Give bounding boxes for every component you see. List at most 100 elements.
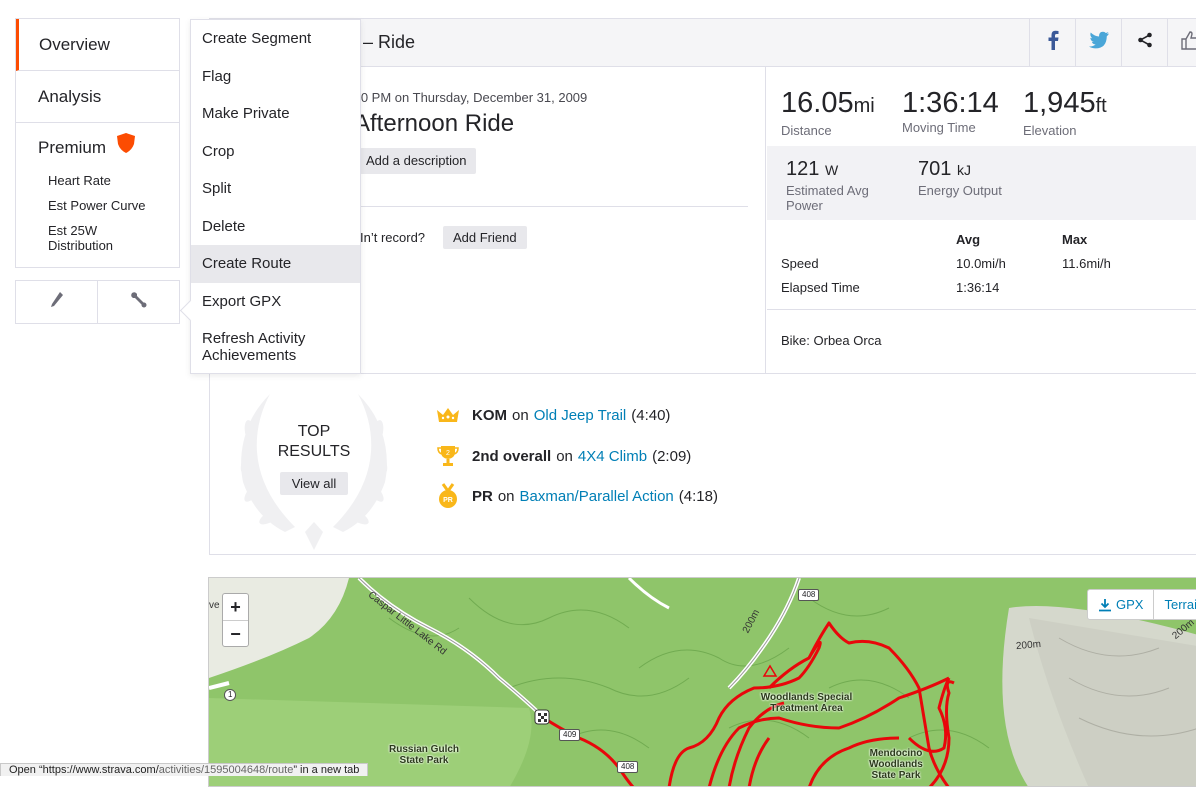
sidebar-item-est-25w-distribution[interactable]: Est 25W Distribution — [16, 223, 116, 253]
result-pr: PR PR on Baxman/Parallel Action (4:18) — [434, 484, 718, 508]
menu-item-create-route[interactable]: Create Route — [191, 245, 360, 283]
result-overall: 2 2nd overall on 4X4 Climb (2:09) — [434, 444, 691, 468]
download-icon — [1098, 598, 1112, 612]
pencil-icon — [49, 291, 65, 314]
sidebar-item-est-power-curve[interactable]: Est Power Curve — [16, 198, 179, 213]
menu-item-flag[interactable]: Flag — [191, 58, 360, 96]
map-controls: GPX Terrai — [1087, 589, 1196, 620]
kudos-button[interactable] — [1167, 19, 1196, 66]
svg-text:2: 2 — [446, 450, 450, 457]
sidebar-item-heart-rate[interactable]: Heart Rate — [16, 173, 179, 188]
menu-item-refresh-achievements[interactable]: Refresh Activity Achievements — [191, 320, 360, 375]
segment-link-old-jeep-trail[interactable]: Old Jeep Trail — [534, 407, 627, 424]
table-row: Elapsed Time 1:36:14 — [781, 280, 1196, 304]
status-text-suffix: ” in a new tab — [293, 764, 359, 776]
segment-link-baxman-parallel-action[interactable]: Baxman/Parallel Action — [520, 488, 674, 505]
row-label: Elapsed Time — [781, 280, 860, 295]
status-text-path: activities/1595004648/route — [159, 764, 294, 776]
actions-dropdown-menu: Create Segment Flag Make Private Crop Sp… — [190, 19, 361, 374]
pr-medal-icon: PR — [434, 484, 462, 508]
result-badge: 2nd overall — [472, 448, 551, 465]
activity-date: :00 PM on Thursday, December 31, 2009 — [350, 90, 587, 105]
energy-unit: kJ — [957, 162, 971, 178]
moving-time-value: 1:36:14 — [902, 88, 1023, 118]
friend-prompt: In’t record? — [360, 230, 425, 245]
route-shield: 408 — [798, 589, 819, 601]
premium-label: Premium — [38, 133, 106, 163]
route-shield: 408 — [617, 761, 638, 773]
elevation-unit: ft — [1096, 95, 1107, 117]
result-time: (4:40) — [631, 407, 670, 424]
shield-icon — [116, 132, 136, 164]
result-text: on — [512, 407, 529, 424]
row-label: Speed — [781, 256, 819, 271]
browser-status-bar: Open “https://www.strava.com/activities/… — [0, 763, 368, 776]
twitter-share-button[interactable] — [1075, 19, 1121, 66]
add-friend-button[interactable]: Add Friend — [443, 226, 527, 249]
menu-item-crop[interactable]: Crop — [191, 133, 360, 171]
row-max: 11.6mi/h — [1062, 256, 1111, 271]
share-buttons — [1029, 19, 1196, 66]
menu-item-split[interactable]: Split — [191, 170, 360, 208]
place-label-woodlands: Woodlands Special Treatment Area — [759, 692, 854, 714]
power-unit: W — [825, 162, 838, 178]
actions-menu-button[interactable] — [97, 281, 179, 323]
crown-icon — [434, 403, 462, 427]
elevation-value: 1,945 — [1023, 87, 1096, 119]
activity-stats: 16.05mi Distance 1:36:14 Moving Time 1,9… — [767, 66, 1196, 374]
zoom-in-button[interactable]: + — [223, 594, 248, 620]
contour-label: 200m — [1016, 639, 1042, 652]
result-badge: PR — [472, 488, 493, 505]
result-text: on — [498, 488, 515, 505]
row-avg: 10.0mi/h — [956, 256, 1006, 271]
activity-title: Afternoon Ride — [354, 110, 514, 138]
premium-section: Premium Heart Rate Est Power Curve Est 2… — [16, 123, 179, 267]
energy-label: Energy Output — [918, 183, 1038, 198]
sidebar-item-analysis[interactable]: Analysis — [16, 71, 179, 123]
result-time: (4:18) — [679, 488, 718, 505]
sidebar-item-overview[interactable]: Overview — [16, 19, 179, 71]
result-badge: KOM — [472, 407, 507, 424]
top-results-section: TOP RESULTS View all KOM on Old Jeep Tra… — [209, 374, 1196, 555]
divider — [767, 309, 1196, 310]
moving-time-label: Moving Time — [902, 120, 1023, 135]
result-kom: KOM on Old Jeep Trail (4:40) — [434, 403, 670, 427]
share-button[interactable] — [1121, 19, 1167, 66]
elevation-label: Elevation — [1023, 123, 1144, 138]
stat-elevation: 1,945ft Elevation — [1023, 88, 1144, 138]
gpx-label: GPX — [1116, 590, 1143, 619]
power-value: 121 — [786, 158, 819, 180]
menu-item-delete[interactable]: Delete — [191, 208, 360, 246]
terrain-button[interactable]: Terrai — [1153, 590, 1196, 619]
segment-link-4x4-climb[interactable]: 4X4 Climb — [578, 448, 647, 465]
trophy-icon: 2 — [434, 444, 462, 468]
secondary-stats: 121 W Estimated Avg Power 701 kJ Energy … — [767, 146, 1196, 220]
edit-button[interactable] — [16, 281, 97, 323]
gpx-download-button[interactable]: GPX — [1088, 590, 1153, 619]
map-edge-label: ve — [209, 600, 220, 611]
status-text-prefix: Open “https://www.strava.com/ — [9, 764, 159, 776]
speed-table: Avg Max Speed 10.0mi/h 11.6mi/h Elapsed … — [781, 232, 1196, 304]
sidebar-item-premium[interactable]: Premium — [16, 133, 179, 163]
zoom-out-button[interactable]: − — [223, 620, 248, 646]
menu-item-export-gpx[interactable]: Export GPX — [191, 283, 360, 321]
stat-energy: 701 kJ Energy Output — [918, 158, 1038, 198]
result-text: on — [556, 448, 573, 465]
distance-value: 16.05 — [781, 87, 854, 119]
divider — [360, 206, 748, 207]
row-avg: 1:36:14 — [956, 280, 999, 295]
stat-moving-time: 1:36:14 Moving Time — [902, 88, 1023, 138]
place-label-mendocino: Mendocino Woodlands State Park — [861, 748, 931, 781]
menu-item-create-segment[interactable]: Create Segment — [191, 20, 360, 58]
activity-map[interactable]: + − GPX Terrai ve Caspar Little Lake Rd … — [208, 577, 1196, 787]
map-tiles — [209, 578, 1196, 787]
zoom-control: + − — [222, 593, 249, 647]
add-description-button[interactable]: Add a description — [360, 148, 476, 174]
laurel-wreath-icon — [225, 382, 403, 552]
svg-text:PR: PR — [443, 497, 453, 504]
view-all-button[interactable]: View all — [280, 472, 348, 495]
menu-item-make-private[interactable]: Make Private — [191, 95, 360, 133]
facebook-share-button[interactable] — [1029, 19, 1075, 66]
route-shield: 409 — [559, 729, 580, 741]
activity-sidebar: Overview Analysis Premium Heart Rate Est… — [15, 18, 180, 324]
